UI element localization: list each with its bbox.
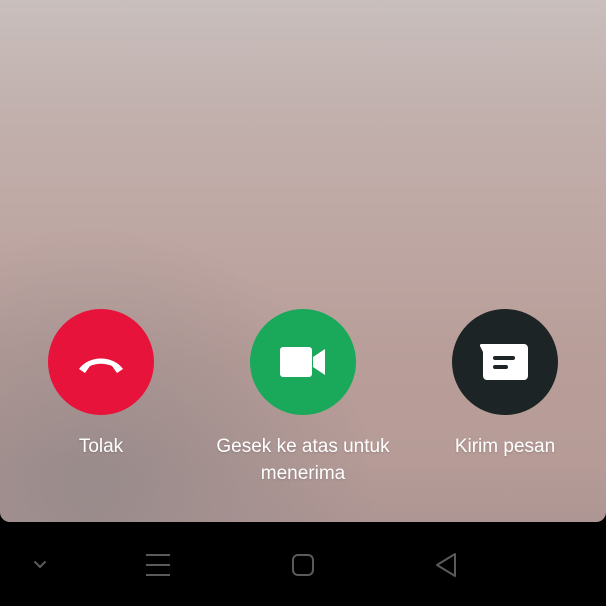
phone-hangup-icon: [79, 358, 123, 373]
decline-label: Tolak: [78, 436, 124, 457]
accept-action: Gesek ke atas untuk menerima: [203, 309, 403, 487]
recent-apps-icon[interactable]: [138, 550, 178, 580]
back-icon[interactable]: [426, 550, 466, 580]
message-bubble-icon: [479, 343, 528, 380]
video-camera-icon: [280, 347, 325, 377]
send-message-button[interactable]: [452, 309, 558, 415]
home-icon[interactable]: [283, 550, 323, 580]
accept-video-button[interactable]: [250, 309, 356, 415]
message-action: Kirim pesan: [452, 309, 558, 460]
navigation-bar: [0, 522, 606, 606]
message-label: Kirim pesan: [454, 436, 556, 457]
chevron-down-icon[interactable]: [20, 550, 60, 580]
incoming-call-screen: Tolak Gesek ke atas untuk menerima Kirim…: [0, 0, 606, 606]
accept-label: Gesek ke atas untuk menerima: [216, 436, 390, 484]
decline-button[interactable]: [48, 309, 154, 415]
decline-action: Tolak: [48, 309, 154, 460]
